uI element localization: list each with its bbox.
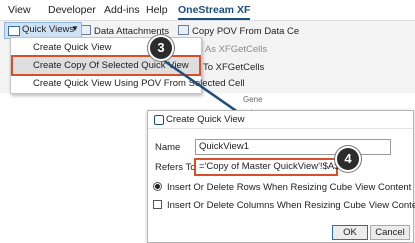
refers-to-label: Refers To [155,162,196,173]
ok-button[interactable]: OK [332,225,368,240]
dialog-title-bar: Create Quick View [148,111,413,129]
onestream-icon [154,115,164,125]
create-quick-view-dialog: Create Quick View Name QuickView1 Refers… [147,110,415,243]
name-label: Name [155,142,181,153]
refers-to-field[interactable]: ='Copy of Master QuickView'!$A$1 [194,158,345,176]
radio-selected[interactable] [153,182,162,191]
checkbox[interactable] [153,200,162,209]
dialog-title: Create Quick View [166,114,245,125]
step-4-badge: 4 [337,148,359,170]
step-3-badge: 3 [150,37,172,59]
cancel-button[interactable]: Cancel [370,225,410,240]
option-insert-columns[interactable]: Insert Or Delete Columns When Resizing C… [153,200,415,211]
name-field[interactable]: QuickView1 [195,139,391,155]
option-insert-rows[interactable]: Insert Or Delete Rows When Resizing Cube… [153,182,411,193]
